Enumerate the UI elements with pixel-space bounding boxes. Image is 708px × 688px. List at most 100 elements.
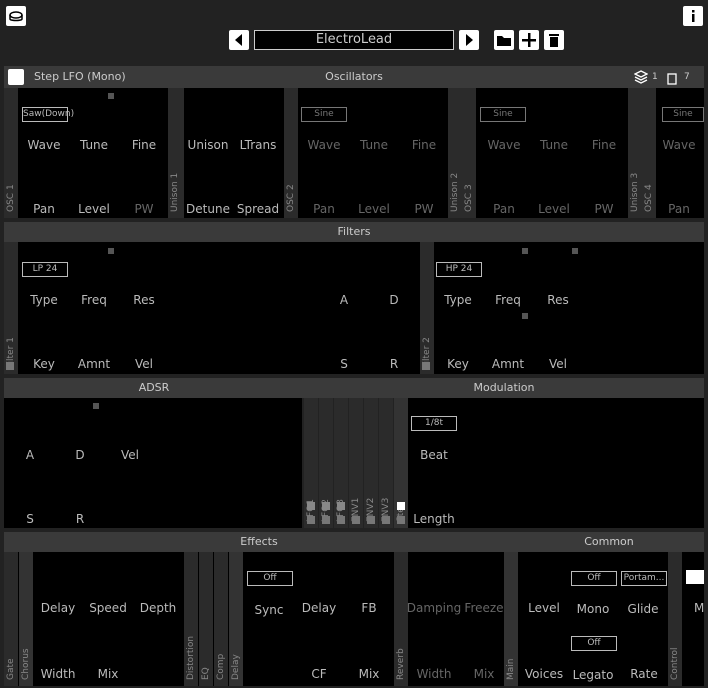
osc1-tune-mod-indicator[interactable] bbox=[108, 93, 114, 99]
filter1-amnt-knob[interactable] bbox=[75, 315, 113, 353]
osc4-power-icon[interactable] bbox=[644, 91, 656, 103]
delete-preset-button[interactable] bbox=[544, 30, 564, 50]
mod-env1-power-icon[interactable] bbox=[350, 401, 362, 413]
menu-button[interactable] bbox=[6, 6, 26, 26]
osc3-level-knob[interactable] bbox=[535, 160, 573, 198]
common-level-knob[interactable] bbox=[525, 560, 563, 598]
osc3-pan-knob[interactable] bbox=[485, 160, 523, 198]
osc2-pan-knob[interactable] bbox=[305, 160, 343, 198]
filter1-dice-icon[interactable] bbox=[6, 362, 14, 370]
filter1-key-knob[interactable] bbox=[25, 315, 63, 353]
common-legato-select[interactable]: Off bbox=[571, 636, 617, 651]
mod-lfo1-power-icon[interactable] bbox=[305, 401, 317, 413]
reverb-mix-knob[interactable] bbox=[465, 625, 503, 663]
unison1-detune-knob[interactable] bbox=[190, 160, 228, 198]
osc1-power-icon[interactable] bbox=[6, 91, 18, 103]
mod-lfo2-dice-icon[interactable] bbox=[322, 516, 330, 524]
mod-lfo2-power-icon[interactable] bbox=[320, 401, 332, 413]
osc2-tune-knob[interactable] bbox=[355, 96, 393, 134]
mod-env1-dice-icon[interactable] bbox=[352, 516, 360, 524]
preset-name-field[interactable]: ElectroLead bbox=[254, 30, 454, 50]
filter2-res-knob[interactable] bbox=[540, 250, 578, 288]
adsr-vel-knob[interactable] bbox=[110, 405, 148, 443]
info-button[interactable] bbox=[683, 6, 703, 26]
filter2-type-select[interactable]: HP 24 bbox=[436, 262, 482, 277]
filter-env-a-knob[interactable] bbox=[325, 250, 363, 288]
osc2-pw-knob[interactable] bbox=[405, 160, 443, 198]
reverb-freeze-knob[interactable] bbox=[465, 560, 503, 598]
mod-lfo3-indicator[interactable] bbox=[337, 502, 345, 510]
osc4-pan-knob[interactable] bbox=[666, 160, 704, 198]
chorus-depth-knob[interactable] bbox=[140, 560, 178, 598]
filter1-power-icon[interactable] bbox=[6, 245, 18, 257]
filter1-freq-mod-indicator[interactable] bbox=[108, 248, 114, 254]
mod-env2-power-icon[interactable] bbox=[365, 401, 377, 413]
adsr-d-knob[interactable] bbox=[60, 405, 98, 443]
filter2-dice-icon[interactable] bbox=[422, 362, 430, 370]
common-voices-knob[interactable] bbox=[525, 625, 563, 663]
osc3-power-icon[interactable] bbox=[464, 91, 476, 103]
chorus-speed-knob[interactable] bbox=[90, 560, 128, 598]
open-preset-button[interactable] bbox=[494, 30, 514, 50]
filter1-freq-knob[interactable] bbox=[76, 250, 114, 288]
mod-lfo2-indicator[interactable] bbox=[322, 502, 330, 510]
adsr-d-mod-indicator[interactable] bbox=[93, 403, 99, 409]
osc2-wave-select[interactable]: Sine bbox=[301, 107, 347, 122]
filter2-amnt-knob[interactable] bbox=[490, 315, 528, 353]
adsr-a-knob[interactable] bbox=[10, 405, 48, 443]
osc2-level-knob[interactable] bbox=[355, 160, 393, 198]
mod-env2-dice-icon[interactable] bbox=[367, 516, 375, 524]
unison1-unison-knob[interactable] bbox=[190, 96, 228, 134]
unison1-spread-knob[interactable] bbox=[240, 160, 278, 198]
mod-env3-power-icon[interactable] bbox=[380, 401, 392, 413]
adsr-s-knob[interactable] bbox=[10, 470, 48, 508]
filter-env-r-knob[interactable] bbox=[375, 315, 413, 353]
osc3-pw-knob[interactable] bbox=[585, 160, 623, 198]
unison1-ltrans-knob[interactable] bbox=[240, 96, 278, 134]
filter1-vel-knob[interactable] bbox=[125, 315, 163, 353]
next-preset-button[interactable] bbox=[459, 30, 479, 50]
fx-chorus-power-icon[interactable] bbox=[21, 555, 33, 567]
fx-eq-power-icon[interactable] bbox=[201, 555, 213, 567]
filter2-key-knob[interactable] bbox=[440, 315, 478, 353]
delay-cf-knob[interactable] bbox=[300, 625, 338, 663]
osc1-pw-knob[interactable] bbox=[125, 160, 163, 198]
prev-preset-button[interactable] bbox=[229, 30, 249, 50]
common-glide-select[interactable]: Portam... bbox=[621, 571, 667, 586]
mod-lfo3-power-icon[interactable] bbox=[335, 401, 347, 413]
osc1-tune-knob[interactable] bbox=[76, 96, 114, 134]
osc1-wave-select[interactable]: Saw(Down) bbox=[22, 107, 74, 122]
osc2-power-icon[interactable] bbox=[286, 91, 298, 103]
filter1-res-knob[interactable] bbox=[125, 250, 163, 288]
mod-step-indicator[interactable] bbox=[397, 502, 405, 510]
osc2-fine-knob[interactable] bbox=[405, 96, 443, 134]
common-rate-knob[interactable] bbox=[625, 625, 663, 663]
filter2-vel-knob[interactable] bbox=[540, 315, 578, 353]
new-preset-button[interactable] bbox=[519, 30, 539, 50]
mod-length-knob[interactable] bbox=[415, 470, 453, 508]
adsr-r-knob[interactable] bbox=[60, 470, 98, 508]
filter1-type-select[interactable]: LP 24 bbox=[22, 262, 68, 277]
fx-distortion-power-icon[interactable] bbox=[186, 555, 198, 567]
mod-beat-select[interactable]: 1/8t bbox=[411, 416, 457, 431]
osc4-wave-select[interactable]: Sine bbox=[662, 107, 704, 122]
osc1-fine-knob[interactable] bbox=[125, 96, 163, 134]
common-mono-select[interactable]: Off bbox=[571, 571, 617, 586]
filter2-freq-knob[interactable] bbox=[490, 250, 528, 288]
delay-delay-knob[interactable] bbox=[300, 560, 338, 598]
osc3-fine-knob[interactable] bbox=[585, 96, 623, 134]
mod-step-power-icon[interactable] bbox=[395, 401, 407, 413]
delay-fb-knob[interactable] bbox=[350, 560, 388, 598]
delay-mix-knob[interactable] bbox=[350, 625, 388, 663]
delay-sync-select[interactable]: Off bbox=[247, 571, 293, 586]
filter2-res-mod-indicator[interactable] bbox=[572, 248, 578, 254]
fx-eq-tab[interactable] bbox=[199, 552, 213, 686]
chorus-delay-knob[interactable] bbox=[40, 560, 78, 598]
mod-lfo1-indicator[interactable] bbox=[307, 502, 315, 510]
filter2-freq-mod-indicator[interactable] bbox=[522, 248, 528, 254]
osc1-pan-knob[interactable] bbox=[25, 160, 63, 198]
chorus-width-knob[interactable] bbox=[40, 625, 78, 663]
reverb-width-knob[interactable] bbox=[415, 625, 453, 663]
fx-gate-power-icon[interactable] bbox=[6, 555, 18, 567]
mod-env3-dice-icon[interactable] bbox=[382, 516, 390, 524]
